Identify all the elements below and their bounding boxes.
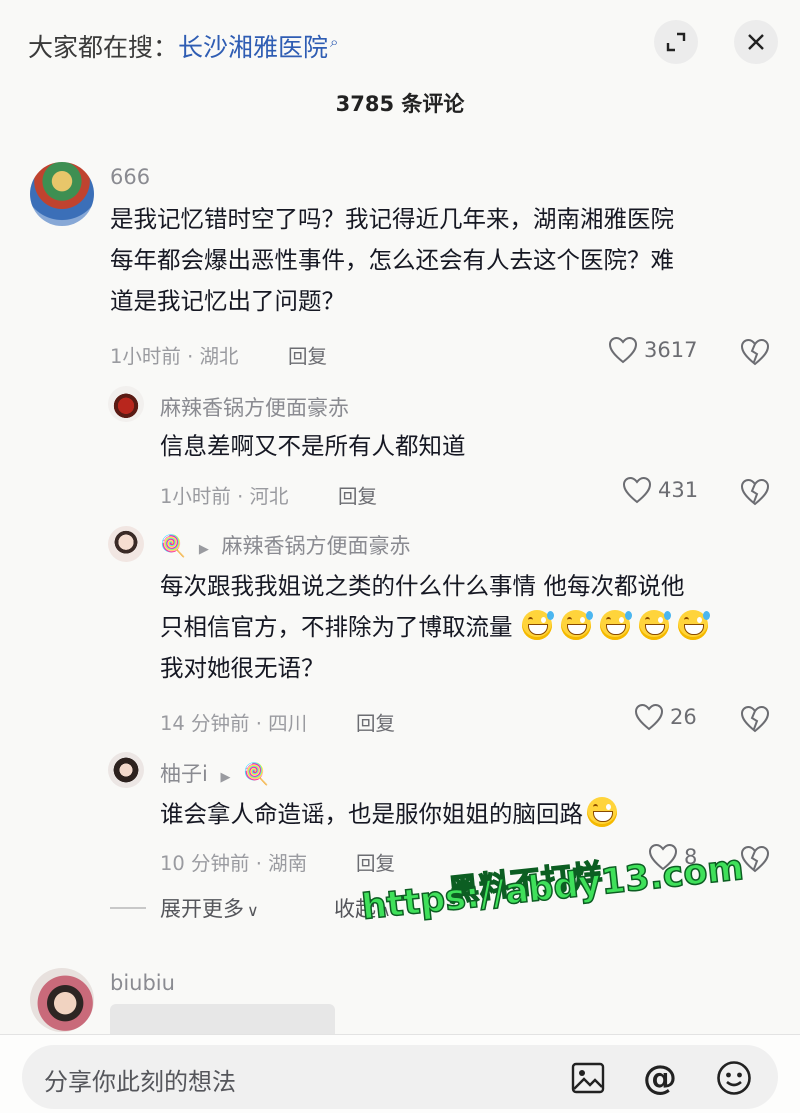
- grin-sweat-emoji: [638, 610, 671, 640]
- like-button[interactable]: 26: [634, 703, 697, 731]
- comment-input[interactable]: 分享你此刻的想法 @: [22, 1045, 778, 1109]
- dislike-icon[interactable]: [740, 338, 770, 366]
- username[interactable]: 麻辣香锅方便面豪赤: [160, 392, 349, 422]
- comment-text: 谁会拿人命造谣，也是服你姐姐的脑回路: [160, 794, 617, 835]
- comment-meta: 14 分钟前 · 四川: [160, 712, 308, 735]
- like-button[interactable]: 431: [622, 476, 698, 504]
- comment-count-title: 3785 条评论: [335, 92, 465, 116]
- emoji-button[interactable]: [714, 1058, 754, 1098]
- username[interactable]: biubiu: [110, 971, 175, 995]
- comment-line: 只相信官方，不排除为了博取流量: [160, 613, 513, 641]
- comment-meta: 1小时前 · 河北: [160, 485, 289, 508]
- comment-line: 道是我记忆出了问题？: [110, 287, 345, 315]
- divider: [110, 907, 146, 909]
- grin-emoji: [587, 797, 617, 827]
- username[interactable]: 666: [110, 165, 150, 189]
- comment-line-with-emoji: 只相信官方，不排除为了博取流量: [160, 607, 710, 648]
- chevron-down-icon: ∨: [247, 901, 259, 920]
- avatar[interactable]: [108, 386, 144, 422]
- smiley-icon: [717, 1061, 751, 1095]
- reply-to-username[interactable]: 麻辣香锅方便面豪赤: [222, 534, 411, 558]
- close-icon: [748, 34, 764, 50]
- avatar[interactable]: [108, 526, 144, 562]
- heart-icon: [634, 703, 664, 731]
- grin-sweat-emoji: [677, 610, 710, 640]
- avatar[interactable]: [30, 162, 94, 226]
- comment-meta: 10 分钟前 · 湖南: [160, 852, 308, 875]
- username[interactable]: 柚子i: [160, 762, 208, 786]
- expand-more-button[interactable]: 展开更多 ∨: [160, 893, 259, 923]
- comment-line: 谁会拿人命造谣，也是服你姐姐的脑回路: [160, 800, 583, 828]
- comment-meta: 1小时前 · 湖北: [110, 345, 239, 368]
- avatar[interactable]: [30, 968, 94, 1032]
- comment-line: 每次跟我我姐说之类的什么什么事情 他每次都说他: [160, 572, 685, 600]
- avatar[interactable]: [108, 752, 144, 788]
- lollipop-icon: 🍭: [160, 534, 187, 558]
- dislike-icon[interactable]: [740, 845, 770, 873]
- close-button[interactable]: [734, 20, 778, 64]
- search-icon: ⌕: [330, 32, 339, 51]
- grin-sweat-emoji: [560, 610, 593, 640]
- trending-search[interactable]: 大家都在搜：长沙湘雅医院 ⌕: [28, 28, 338, 64]
- like-count: 26: [670, 705, 697, 729]
- comment-text: 每次跟我我姐说之类的什么什么事情 他每次都说他 只相信官方，不排除为了博取流量 …: [160, 566, 710, 689]
- grin-sweat-emoji: [521, 610, 554, 640]
- heart-icon: [622, 476, 652, 504]
- trending-search-term[interactable]: 长沙湘雅医院: [178, 33, 328, 62]
- dislike-icon[interactable]: [740, 478, 770, 506]
- reply-arrow-icon: ▶: [220, 770, 231, 785]
- comment-composer: 分享你此刻的想法 @: [0, 1034, 800, 1113]
- reply-button[interactable]: 回复: [356, 847, 395, 876]
- reply-button[interactable]: 回复: [338, 480, 377, 509]
- comment-line: 信息差啊又不是所有人都知道: [160, 432, 466, 460]
- collapse-panel-button[interactable]: [654, 20, 698, 64]
- dislike-icon[interactable]: [740, 705, 770, 733]
- comment-line: 是我记忆错时空了吗？我记得近几年来，湖南湘雅医院: [110, 205, 674, 233]
- reply-arrow-icon: ▶: [198, 542, 209, 557]
- reply-button[interactable]: 回复: [356, 707, 395, 736]
- comment-line-with-emoji: 谁会拿人命造谣，也是服你姐姐的脑回路: [160, 794, 617, 835]
- mention-button[interactable]: @: [640, 1058, 680, 1098]
- comment-line: 每年都会爆出恶性事件，怎么还会有人去这个医院？难: [110, 246, 674, 274]
- image-icon: [571, 1062, 605, 1094]
- like-button[interactable]: 3617: [608, 336, 697, 364]
- comment-text: 是我记忆错时空了吗？我记得近几年来，湖南湘雅医院 每年都会爆出恶性事件，怎么还会…: [110, 199, 674, 322]
- like-count: 3617: [644, 338, 698, 362]
- minimize-icon: [666, 32, 686, 52]
- expand-more-label: 展开更多: [160, 897, 244, 921]
- username-line: 柚子i ▶ 🍭: [160, 758, 269, 788]
- trending-search-prefix: 大家都在搜：: [28, 33, 179, 62]
- username-line: 🍭 ▶ 麻辣香锅方便面豪赤: [160, 530, 411, 560]
- lollipop-icon: 🍭: [243, 762, 270, 786]
- reply-button[interactable]: 回复: [288, 340, 327, 369]
- comment-text: 信息差啊又不是所有人都知道: [160, 426, 466, 467]
- grin-sweat-emoji: [599, 610, 632, 640]
- image-button[interactable]: [568, 1058, 608, 1098]
- heart-icon: [608, 336, 638, 364]
- comment-input-placeholder: 分享你此刻的想法: [44, 1068, 236, 1096]
- like-count: 431: [658, 478, 699, 502]
- at-icon: @: [643, 1058, 677, 1098]
- comment-line: 我对她很无语？: [160, 654, 325, 682]
- top-bar: 大家都在搜：长沙湘雅医院 ⌕: [0, 0, 800, 88]
